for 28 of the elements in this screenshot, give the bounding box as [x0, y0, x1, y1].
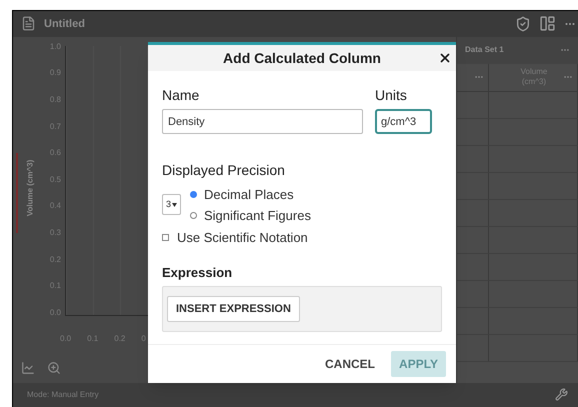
precision-select[interactable]: 3 [162, 194, 181, 215]
radio-option[interactable]: Significant Figures [190, 206, 311, 225]
cancel-button[interactable]: CANCEL [323, 355, 377, 373]
zoom-icon[interactable] [47, 360, 61, 375]
radio-option[interactable]: Decimal Places [190, 185, 311, 204]
dialog-title: Add Calculated Column [223, 48, 381, 68]
units-field[interactable]: g/cm^3 [375, 109, 432, 134]
name-field[interactable]: Density [162, 109, 363, 134]
radio-icon[interactable] [190, 212, 197, 219]
name-label: Name [162, 86, 200, 105]
layout-icon[interactable] [539, 15, 556, 32]
y-axis-label: Volume (cm^3) [24, 160, 36, 216]
checkbox[interactable] [162, 234, 169, 242]
radio-icon[interactable] [190, 191, 197, 198]
precision-label: Displayed Precision [162, 161, 286, 180]
document-title: Untitled [44, 16, 85, 32]
scientific-checkbox-row[interactable]: Use Scientific Notation [162, 228, 442, 248]
wrench-icon[interactable] [555, 388, 568, 402]
chart-icon[interactable] [21, 360, 35, 375]
expression-label: Expression [162, 264, 234, 282]
document-icon[interactable] [21, 16, 36, 32]
mode-label: Mode: Manual Entry [27, 388, 99, 401]
shield-check-icon[interactable] [515, 16, 531, 32]
insert-expression-button[interactable]: INSERT EXPRESSION [167, 296, 300, 322]
units-label: Units [375, 86, 408, 105]
caret-icon [172, 202, 177, 206]
table-title: Data Set 1 [465, 44, 504, 56]
close-icon[interactable] [438, 51, 452, 65]
